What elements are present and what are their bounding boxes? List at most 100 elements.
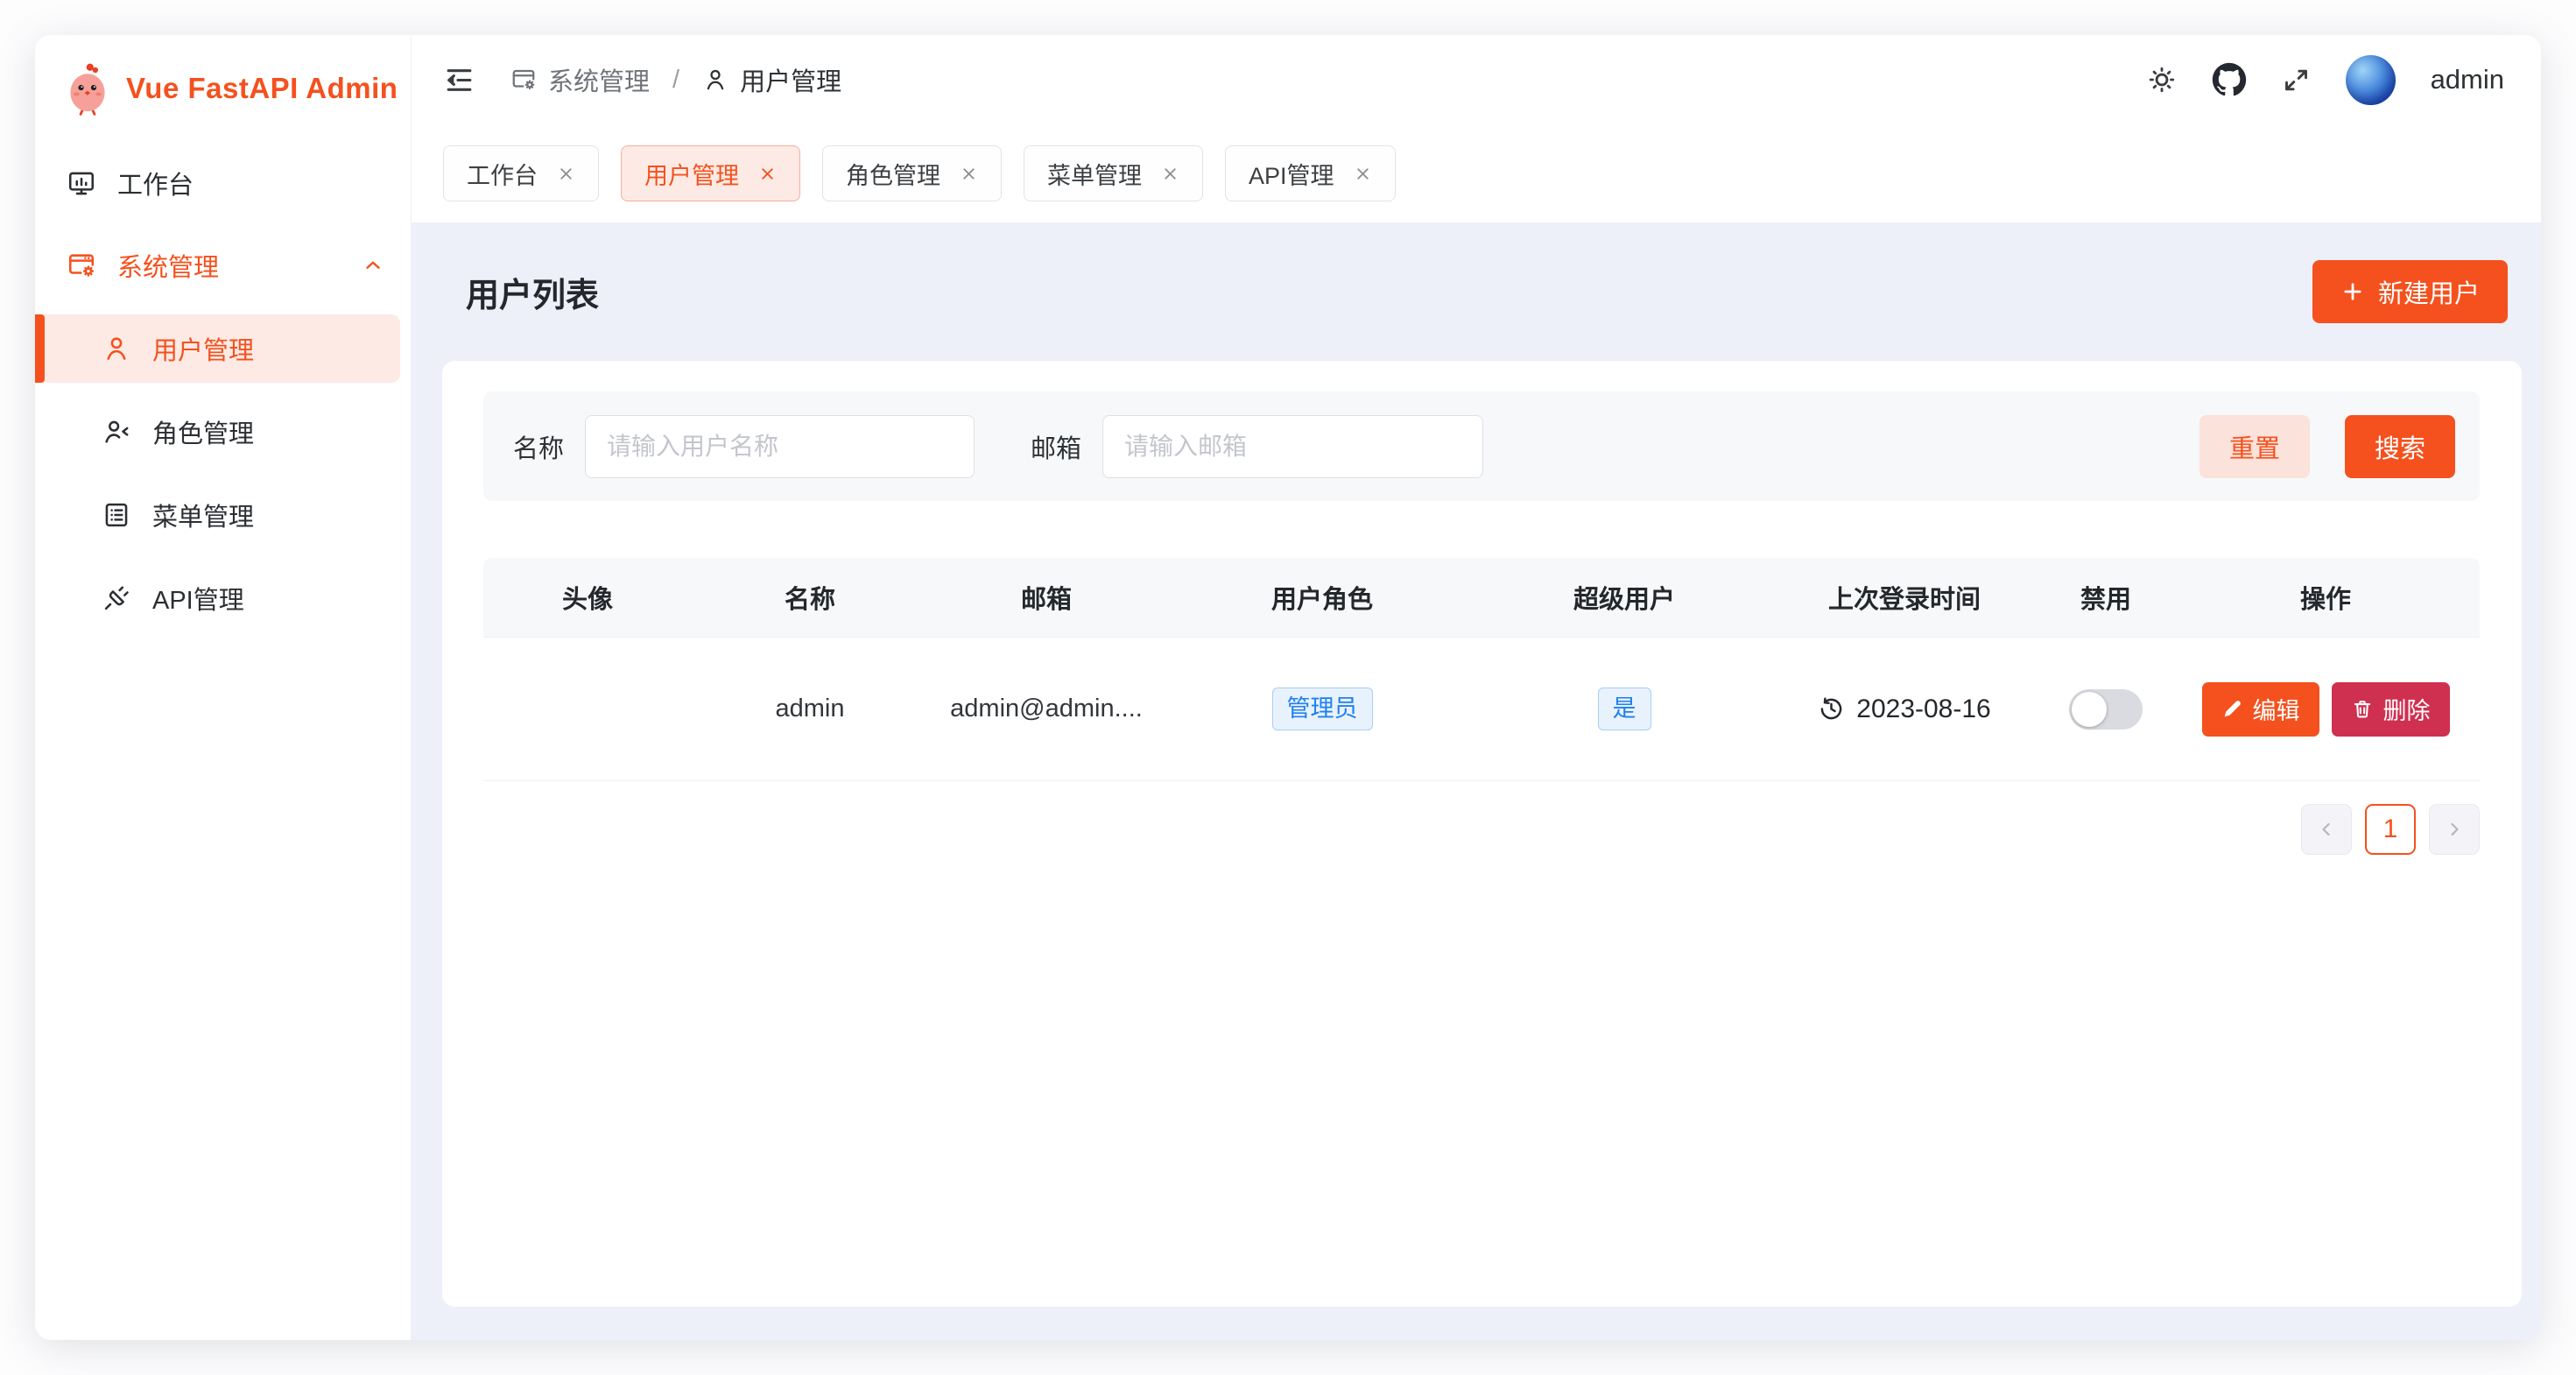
filter-bar: 名称 邮箱 重置 搜索 (483, 391, 2480, 501)
superuser-tag: 是 (1598, 688, 1651, 730)
sidebar-menu: 工作台 系统管理 用户管 (35, 149, 411, 632)
sidebar-item-label: API管理 (152, 580, 244, 617)
tab-label: 用户管理 (644, 157, 739, 191)
user-avatar[interactable] (2346, 55, 2396, 105)
breadcrumb-item-system[interactable]: 系统管理 (510, 61, 650, 98)
column-header-last-login: 上次登录时间 (1769, 558, 2040, 637)
tab-label: 角色管理 (846, 157, 940, 191)
column-header-avatar: 头像 (483, 558, 692, 637)
sidebar-item-workbench[interactable]: 工作台 (35, 149, 411, 217)
tab-label: API管理 (1249, 157, 1334, 191)
delete-label: 删除 (2383, 692, 2431, 726)
cell-role: 管理员 (1165, 638, 1480, 780)
column-header-name: 名称 (692, 558, 928, 637)
role-tag: 管理员 (1272, 688, 1373, 730)
cell-disabled (2040, 638, 2171, 780)
reset-button[interactable]: 重置 (2199, 415, 2310, 478)
sidebar-item-role-management[interactable]: 角色管理 (35, 398, 411, 466)
tab-workbench[interactable]: 工作台 (443, 145, 599, 201)
tab-close-icon[interactable] (960, 165, 978, 183)
name-filter-label: 名称 (513, 428, 564, 465)
clock-history-icon (1818, 695, 1845, 723)
cell-name: admin (692, 638, 928, 780)
fullscreen-icon (2282, 66, 2311, 95)
search-button[interactable]: 搜索 (2345, 415, 2455, 478)
pagination-page-1[interactable]: 1 (2365, 804, 2416, 855)
system-settings-icon (67, 250, 96, 280)
toggle-knob (2072, 692, 2107, 727)
app-window: Vue FastAPI Admin 工作台 系统管理 (35, 35, 2541, 1340)
delete-button[interactable]: 删除 (2332, 682, 2450, 737)
tab-close-icon[interactable] (758, 165, 777, 183)
sidebar-item-label: 工作台 (117, 165, 194, 201)
user-icon (102, 334, 131, 363)
workbench-monitor-icon (67, 168, 96, 198)
tab-user-management[interactable]: 用户管理 (621, 145, 800, 201)
breadcrumb-item-user[interactable]: 用户管理 (702, 61, 841, 98)
api-plug-icon (102, 583, 131, 613)
tab-role-management[interactable]: 角色管理 (822, 145, 1002, 201)
chevron-left-icon (2316, 819, 2337, 840)
breadcrumb-label: 用户管理 (740, 61, 841, 98)
sidebar-group-label: 系统管理 (117, 247, 341, 284)
sidebar-item-label: 用户管理 (152, 330, 254, 367)
tab-label: 菜单管理 (1047, 157, 1142, 191)
tab-bar: 工作台 用户管理 角色管理 菜单管理 (412, 124, 2541, 222)
main-area: 系统管理 / 用户管理 (412, 35, 2541, 1340)
sidebar-item-api-management[interactable]: API管理 (35, 564, 411, 632)
email-filter-input[interactable] (1102, 415, 1483, 478)
user-list-card: 名称 邮箱 重置 搜索 头像 名称 邮箱 用户角色 超级用户 上次登录时间 (442, 361, 2522, 1307)
edit-button[interactable]: 编辑 (2202, 682, 2319, 737)
column-header-disabled: 禁用 (2040, 558, 2171, 637)
cell-actions: 编辑 删除 (2171, 638, 2480, 780)
breadcrumb-separator: / (672, 66, 679, 95)
pagination-prev-button[interactable] (2301, 804, 2352, 855)
name-filter-input[interactable] (585, 415, 975, 478)
chevron-up-icon (362, 254, 384, 277)
tab-close-icon[interactable] (1161, 165, 1179, 183)
user-icon (702, 67, 728, 93)
sidebar-collapse-button[interactable] (443, 64, 475, 96)
page-content: 用户列表 新建用户 名称 邮箱 重置 搜索 (412, 222, 2541, 1340)
github-icon (2212, 62, 2247, 97)
pagination-next-button[interactable] (2429, 804, 2480, 855)
theme-toggle-button[interactable] (2147, 65, 2177, 95)
chick-mascot-icon (63, 61, 112, 116)
github-button[interactable] (2212, 62, 2247, 97)
cell-superuser: 是 (1480, 638, 1769, 780)
tab-api-management[interactable]: API管理 (1225, 145, 1396, 201)
table-header-row: 头像 名称 邮箱 用户角色 超级用户 上次登录时间 禁用 操作 (483, 558, 2480, 638)
cell-email: admin@admin.... (928, 638, 1165, 780)
menu-fold-icon (443, 64, 475, 96)
table-row: admin admin@admin.... 管理员 是 (483, 638, 2480, 781)
tab-close-icon[interactable] (557, 165, 575, 183)
column-header-role: 用户角色 (1165, 558, 1480, 637)
breadcrumb: 系统管理 / 用户管理 (510, 61, 841, 98)
breadcrumb-label: 系统管理 (548, 61, 650, 98)
trash-icon (2351, 698, 2374, 721)
username-label[interactable]: admin (2431, 64, 2504, 95)
sidebar-item-label: 菜单管理 (152, 497, 254, 533)
disabled-toggle[interactable] (2069, 689, 2143, 730)
page-title: 用户列表 (466, 268, 599, 316)
tab-label: 工作台 (467, 157, 538, 191)
column-header-actions: 操作 (2171, 558, 2480, 637)
cell-last-login: 2023-08-16 (1769, 638, 2040, 780)
fullscreen-button[interactable] (2282, 66, 2311, 95)
pagination: 1 (483, 804, 2480, 855)
cell-avatar (483, 638, 692, 780)
edit-label: 编辑 (2253, 692, 2300, 726)
tab-menu-management[interactable]: 菜单管理 (1024, 145, 1203, 201)
sun-icon (2147, 65, 2177, 95)
create-user-button[interactable]: 新建用户 (2312, 260, 2508, 323)
top-bar: 系统管理 / 用户管理 (412, 35, 2541, 124)
sidebar-item-label: 角色管理 (152, 413, 254, 450)
sidebar-item-menu-management[interactable]: 菜单管理 (35, 481, 411, 549)
sidebar: Vue FastAPI Admin 工作台 系统管理 (35, 35, 412, 1340)
sidebar-item-user-management[interactable]: 用户管理 (35, 314, 400, 383)
role-icon (102, 417, 131, 447)
system-settings-icon (510, 67, 537, 93)
tab-close-icon[interactable] (1354, 165, 1372, 183)
app-logo[interactable]: Vue FastAPI Admin (35, 51, 411, 126)
sidebar-group-system[interactable]: 系统管理 (35, 231, 411, 300)
